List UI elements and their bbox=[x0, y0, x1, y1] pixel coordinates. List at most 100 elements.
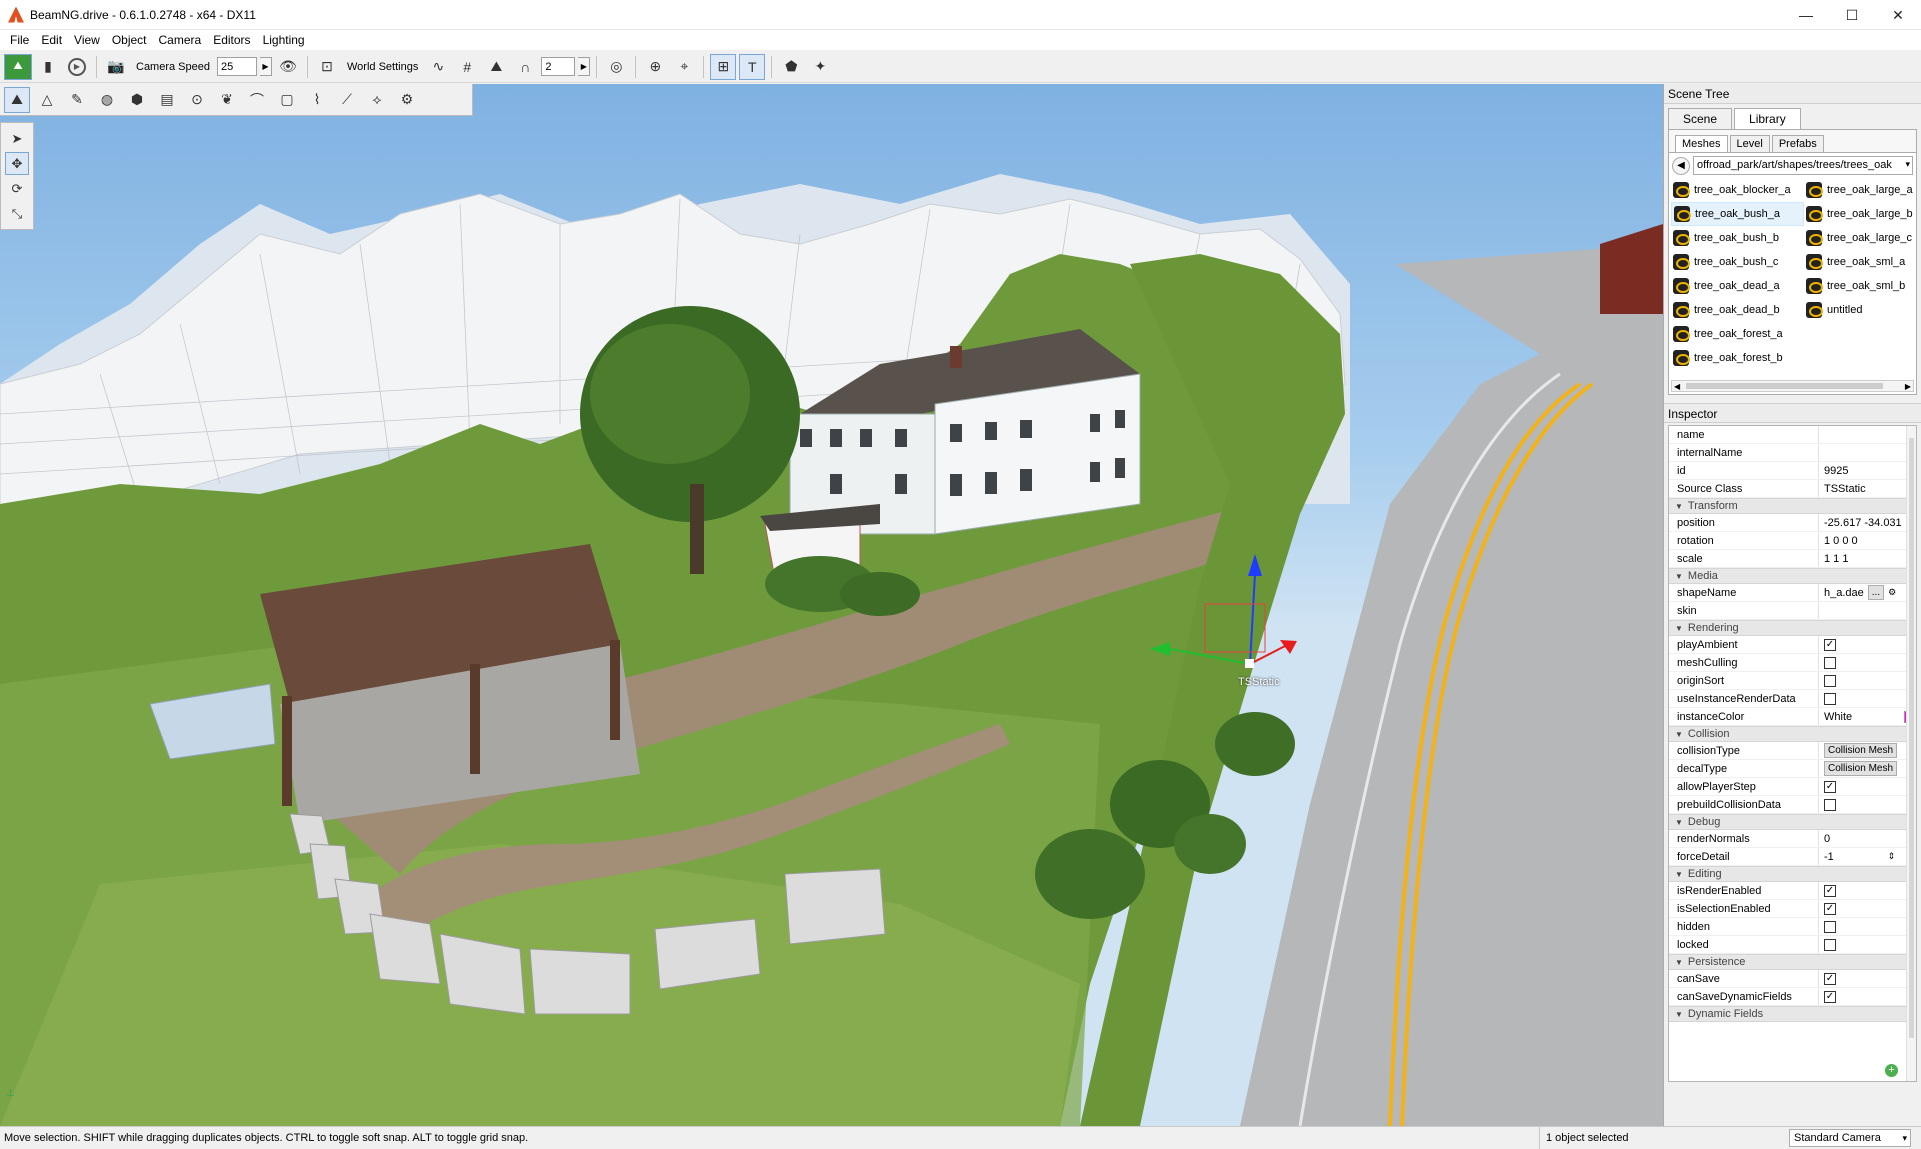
menu-camera[interactable]: Camera bbox=[153, 33, 208, 47]
back-arrow-icon[interactable]: ◀ bbox=[1672, 156, 1690, 175]
gear-icon[interactable]: ⚙ bbox=[1888, 587, 1896, 598]
scale-tool-icon[interactable]: ⤡ bbox=[5, 202, 29, 225]
table-row[interactable]: skin bbox=[1669, 602, 1916, 620]
prebuild-collision-checkbox[interactable] bbox=[1824, 798, 1836, 811]
list-item[interactable]: tree_oak_large_b bbox=[1804, 202, 1921, 226]
list-item[interactable]: tree_oak_sml_a bbox=[1804, 250, 1921, 274]
world-editor-icon[interactable]: ⛰ bbox=[4, 53, 32, 80]
table-row[interactable]: renderNormals 0 bbox=[1669, 830, 1916, 848]
group-rendering[interactable]: ▼ Rendering bbox=[1669, 620, 1916, 636]
table-row[interactable]: rotation 1 0 0 0 bbox=[1669, 532, 1916, 550]
group-transform[interactable]: ▼ Transform bbox=[1669, 498, 1916, 514]
tab-meshes[interactable]: Meshes bbox=[1675, 135, 1728, 152]
bounds-center-icon[interactable]: ⊕ bbox=[642, 54, 668, 80]
world-settings-label[interactable]: World Settings bbox=[343, 61, 422, 73]
table-row[interactable]: allowPlayerStep ✓ bbox=[1669, 778, 1916, 796]
play-game-icon[interactable]: ▶ bbox=[64, 54, 90, 80]
visibility-eye-icon[interactable]: 👁 bbox=[275, 54, 301, 80]
group-persistence[interactable]: ▼ Persistence bbox=[1669, 954, 1916, 970]
menu-editors[interactable]: Editors bbox=[207, 33, 256, 47]
camera-mode-dropdown[interactable]: Standard Camera ▾ bbox=[1789, 1129, 1911, 1147]
table-row[interactable]: prebuildCollisionData bbox=[1669, 796, 1916, 814]
table-row[interactable]: decalType Collision Mesh bbox=[1669, 760, 1916, 778]
list-item[interactable]: tree_oak_forest_b bbox=[1671, 346, 1804, 370]
table-row[interactable]: hidden bbox=[1669, 918, 1916, 936]
grid-size-input[interactable] bbox=[541, 57, 576, 76]
list-item[interactable]: tree_oak_large_c bbox=[1804, 226, 1921, 250]
locked-checkbox[interactable] bbox=[1824, 938, 1836, 951]
fit-view-icon[interactable]: ⊡ bbox=[314, 54, 340, 80]
decal-editor-icon[interactable]: ⊙ bbox=[184, 87, 210, 113]
drop-object-icon[interactable]: ⬟ bbox=[778, 54, 804, 80]
tab-library[interactable]: Library bbox=[1734, 108, 1801, 129]
camera-icon[interactable]: 📷 bbox=[103, 54, 129, 80]
object-editor-icon[interactable]: ⛰ bbox=[4, 86, 30, 113]
tab-level[interactable]: Level bbox=[1729, 135, 1770, 152]
menu-lighting[interactable]: Lighting bbox=[257, 33, 311, 47]
path-dropdown[interactable]: offroad_park/art/shapes/trees/trees_oak ▾ bbox=[1693, 156, 1913, 175]
browse-button[interactable]: ... bbox=[1867, 585, 1885, 600]
group-debug[interactable]: ▼ Debug bbox=[1669, 814, 1916, 830]
table-row[interactable]: collisionType Collision Mesh bbox=[1669, 742, 1916, 760]
can-save-dynamic-checkbox[interactable]: ✓ bbox=[1824, 990, 1836, 1003]
play-ambient-checkbox[interactable]: ✓ bbox=[1824, 638, 1836, 651]
table-row[interactable]: isRenderEnabled ✓ bbox=[1669, 882, 1916, 900]
vehicle-editor-icon[interactable]: ⚙ bbox=[394, 87, 420, 113]
table-row[interactable]: canSave ✓ bbox=[1669, 970, 1916, 988]
menu-object[interactable]: Object bbox=[106, 33, 153, 47]
river-editor-icon[interactable]: ⌇ bbox=[304, 87, 330, 113]
maximize-button[interactable]: ☐ bbox=[1829, 0, 1875, 30]
menu-view[interactable]: View bbox=[68, 33, 106, 47]
table-row[interactable]: canSaveDynamicFields ✓ bbox=[1669, 988, 1916, 1006]
magnet-icon[interactable]: ∩ bbox=[512, 54, 538, 80]
table-row[interactable]: instanceColor White bbox=[1669, 708, 1916, 726]
list-item[interactable]: tree_oak_dead_a bbox=[1671, 274, 1804, 298]
sketch-tool-icon[interactable]: ⬢ bbox=[124, 87, 150, 113]
group-collision[interactable]: ▼ Collision bbox=[1669, 726, 1916, 742]
local-transform-icon[interactable]: ⌖ bbox=[671, 54, 697, 80]
table-row[interactable]: internalName bbox=[1669, 444, 1916, 462]
hidden-checkbox[interactable] bbox=[1824, 920, 1836, 933]
rotate-tool-icon[interactable]: ⟳ bbox=[5, 177, 29, 200]
table-row[interactable]: originSort bbox=[1669, 672, 1916, 690]
minimize-button[interactable]: — bbox=[1783, 0, 1829, 30]
origin-sort-checkbox[interactable] bbox=[1824, 674, 1836, 687]
table-row[interactable]: useInstanceRenderData bbox=[1669, 690, 1916, 708]
horizontal-scrollbar[interactable]: ◀ ▶ bbox=[1671, 380, 1914, 392]
decal-type-dropdown[interactable]: Collision Mesh bbox=[1824, 761, 1898, 776]
table-row[interactable]: position -25.617 -34.031 bbox=[1669, 514, 1916, 532]
list-item[interactable]: tree_oak_blocker_a bbox=[1671, 178, 1804, 202]
group-media[interactable]: ▼ Media bbox=[1669, 568, 1916, 584]
table-row[interactable]: forceDetail -1 ⇕ bbox=[1669, 848, 1916, 866]
selection-enabled-checkbox[interactable]: ✓ bbox=[1824, 902, 1836, 915]
table-row[interactable]: shapeName h_a.dae... ⚙ bbox=[1669, 584, 1916, 602]
camera-speed-arrow-icon[interactable]: ▶ bbox=[260, 57, 272, 76]
spinner-icon[interactable]: ⇕ bbox=[1888, 851, 1896, 862]
list-item[interactable]: tree_oak_large_a bbox=[1804, 178, 1921, 202]
particle-editor-icon[interactable]: ⟡ bbox=[364, 87, 390, 113]
material-editor-icon[interactable]: ◍ bbox=[94, 87, 120, 113]
table-row[interactable]: name bbox=[1669, 426, 1916, 444]
list-item[interactable]: tree_oak_dead_b bbox=[1671, 298, 1804, 322]
snap-curve-icon[interactable]: ∿ bbox=[425, 54, 451, 80]
terrain-painter-icon[interactable]: ✎ bbox=[64, 87, 90, 113]
table-row[interactable]: meshCulling bbox=[1669, 654, 1916, 672]
group-dynamic-fields[interactable]: ▼ Dynamic Fields bbox=[1669, 1006, 1916, 1022]
object-center-icon[interactable]: ◎ bbox=[603, 54, 629, 80]
terrain-snap-icon[interactable]: ⛰ bbox=[483, 54, 509, 80]
table-row[interactable]: playAmbient ✓ bbox=[1669, 636, 1916, 654]
tab-scene[interactable]: Scene bbox=[1668, 108, 1733, 129]
table-row[interactable]: id 9925 bbox=[1669, 462, 1916, 480]
table-row[interactable]: scale 1 1 1 bbox=[1669, 550, 1916, 568]
selection-visibility-icon[interactable]: ⊞ bbox=[710, 53, 737, 80]
group-editing[interactable]: ▼ Editing bbox=[1669, 866, 1916, 882]
menu-file[interactable]: File bbox=[4, 33, 35, 47]
navmesh-editor-icon[interactable]: ⟋ bbox=[334, 87, 360, 113]
forest-editor-icon[interactable]: ❦ bbox=[214, 87, 240, 113]
can-save-checkbox[interactable]: ✓ bbox=[1824, 972, 1836, 985]
close-button[interactable]: ✕ bbox=[1875, 0, 1921, 30]
menu-edit[interactable]: Edit bbox=[35, 33, 68, 47]
list-item[interactable]: tree_oak_bush_a bbox=[1671, 202, 1804, 226]
vertical-scrollbar[interactable] bbox=[1906, 426, 1916, 1081]
list-item[interactable]: tree_oak_sml_b bbox=[1804, 274, 1921, 298]
